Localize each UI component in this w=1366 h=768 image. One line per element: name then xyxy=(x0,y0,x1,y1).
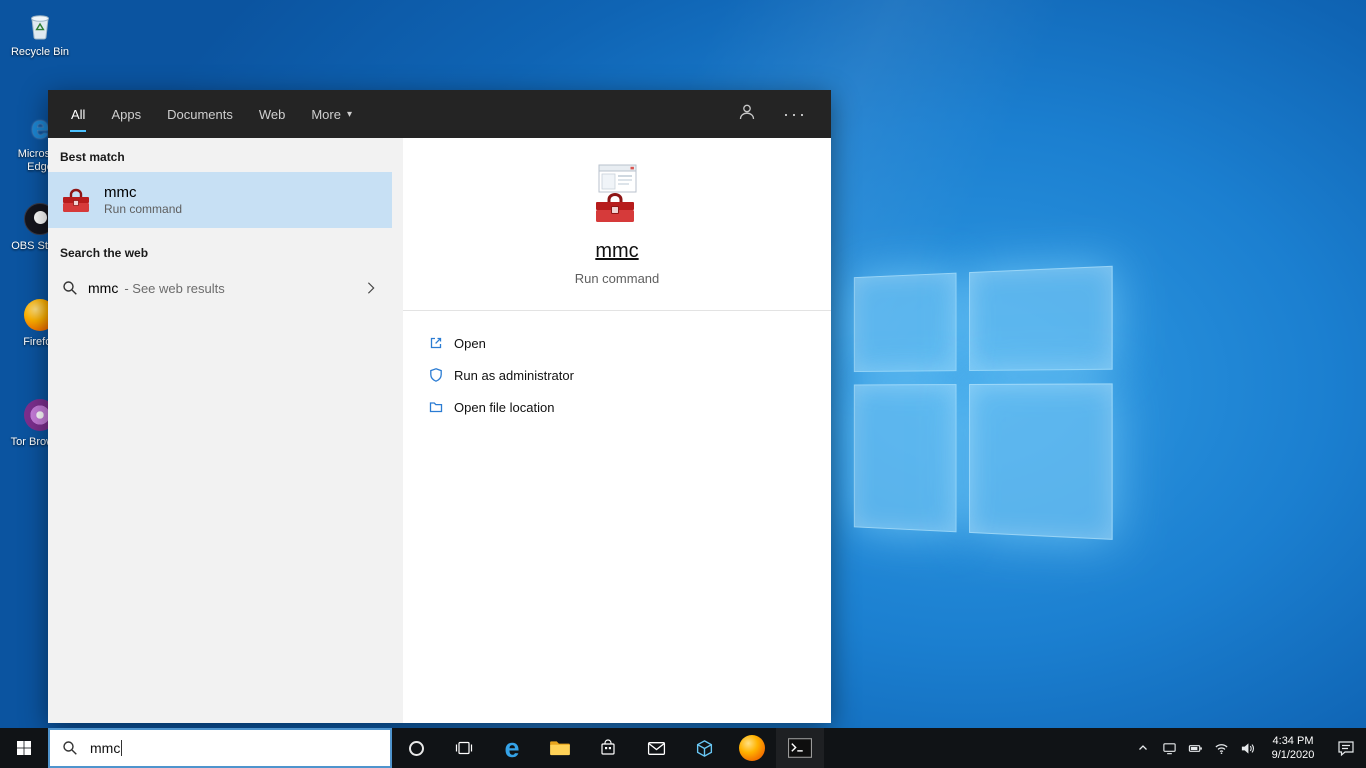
store-icon xyxy=(599,739,617,757)
show-hidden-icons-button[interactable] xyxy=(1130,728,1156,768)
wallpaper-windows-logo xyxy=(853,265,1113,540)
tab-label: Documents xyxy=(167,106,233,122)
best-match-header: Best match xyxy=(60,150,125,164)
action-run-as-administrator[interactable]: Run as administrator xyxy=(428,359,831,391)
open-icon xyxy=(428,335,444,351)
tab-apps[interactable]: Apps xyxy=(98,90,154,138)
search-results-list: Best match mmc Run command Search the we… xyxy=(48,138,403,723)
best-match-result-mmc[interactable]: mmc Run command xyxy=(48,172,392,228)
tab-label: Apps xyxy=(111,106,142,122)
action-label: Open file location xyxy=(454,399,555,415)
mmc-toolbox-large-icon xyxy=(584,162,650,226)
search-preview-pane: mmc Run command Open Run as administrato… xyxy=(403,138,831,723)
volume-tray-icon[interactable] xyxy=(1234,728,1260,768)
action-label: Run as administrator xyxy=(454,367,574,383)
task-view-icon xyxy=(455,741,473,755)
logo-pane xyxy=(853,272,957,373)
edge-taskbar-button[interactable]: e xyxy=(488,728,536,768)
command-prompt-icon xyxy=(788,738,812,758)
tab-all[interactable]: All xyxy=(58,90,98,138)
system-tray: 4:34 PM 9/1/2020 xyxy=(1130,728,1366,768)
search-icon xyxy=(62,740,78,756)
mail-icon xyxy=(647,741,666,756)
web-query: mmc xyxy=(88,280,119,296)
firefox-icon xyxy=(739,735,765,761)
tab-web[interactable]: Web xyxy=(246,90,299,138)
web-note: - See web results xyxy=(124,280,225,296)
search-input-value: mmc xyxy=(90,740,121,756)
logo-pane xyxy=(968,265,1113,372)
result-title: mmc xyxy=(104,183,137,201)
shield-icon xyxy=(428,367,444,383)
preview-subtitle: Run command xyxy=(574,271,660,286)
network-tray-icon[interactable] xyxy=(1208,728,1234,768)
account-icon[interactable] xyxy=(737,102,757,127)
tab-label: Web xyxy=(258,106,286,122)
preview-actions: Open Run as administrator Open file loca… xyxy=(403,310,831,423)
desktop-icon-label: Recycle Bin xyxy=(10,46,70,58)
tab-documents[interactable]: Documents xyxy=(154,90,246,138)
search-the-web-header: Search the web xyxy=(60,246,149,260)
file-explorer-icon xyxy=(549,739,571,757)
cortana-button[interactable] xyxy=(392,728,440,768)
taskbar: mmc e 4:34 PM 9/1/2020 xyxy=(0,728,1366,768)
file-explorer-button[interactable] xyxy=(536,728,584,768)
tab-label: More xyxy=(311,106,341,122)
task-view-button[interactable] xyxy=(440,728,488,768)
preview-title-link[interactable]: mmc xyxy=(595,240,638,263)
mmc-toolbox-icon xyxy=(60,184,92,216)
chevron-down-icon: ▾ xyxy=(346,108,352,120)
cortana-icon xyxy=(408,740,424,756)
search-results-area: Best match mmc Run command Search the we… xyxy=(48,138,831,723)
firefox-taskbar-button[interactable] xyxy=(728,728,776,768)
action-open[interactable]: Open xyxy=(428,327,831,359)
mail-button[interactable] xyxy=(632,728,680,768)
action-label: Open xyxy=(454,335,486,351)
3d-viewer-button[interactable] xyxy=(680,728,728,768)
desktop-icon-recycle-bin[interactable]: Recycle Bin xyxy=(8,8,72,59)
tab-label: All xyxy=(71,106,86,122)
desktop: Recycle Bin e Microsoft Edge OBS Studio … xyxy=(0,0,1366,768)
chevron-right-icon[interactable] xyxy=(364,281,378,295)
windows-logo-icon xyxy=(16,740,32,756)
battery-tray-icon[interactable] xyxy=(1182,728,1208,768)
folder-icon xyxy=(428,399,444,415)
search-tabs-bar: All Apps Documents Web More ▾ ··· xyxy=(48,90,831,138)
recycle-bin-icon xyxy=(23,8,57,42)
start-button[interactable] xyxy=(0,728,48,768)
3d-viewer-icon xyxy=(695,739,714,758)
display-tray-icon[interactable] xyxy=(1156,728,1182,768)
search-flyout-panel: All Apps Documents Web More ▾ ··· Best m… xyxy=(48,90,831,723)
clock-time: 4:34 PM xyxy=(1272,735,1314,747)
microsoft-store-button[interactable] xyxy=(584,728,632,768)
action-open-file-location[interactable]: Open file location xyxy=(428,391,831,423)
tab-more[interactable]: More ▾ xyxy=(298,90,365,138)
clock-date: 9/1/2020 xyxy=(1271,749,1315,761)
taskbar-clock[interactable]: 4:34 PM 9/1/2020 xyxy=(1260,728,1326,768)
logo-pane xyxy=(853,384,957,533)
action-center-button[interactable] xyxy=(1326,728,1366,768)
result-subtitle: Run command xyxy=(104,201,183,216)
more-options-icon[interactable]: ··· xyxy=(783,105,807,123)
logo-pane xyxy=(968,383,1113,540)
text-cursor xyxy=(121,740,123,756)
edge-icon: e xyxy=(504,732,520,763)
command-prompt-button[interactable] xyxy=(776,728,824,768)
search-icon xyxy=(62,280,78,296)
taskbar-search-input[interactable]: mmc xyxy=(48,728,392,768)
web-result-mmc[interactable]: mmc - See web results xyxy=(48,268,392,308)
